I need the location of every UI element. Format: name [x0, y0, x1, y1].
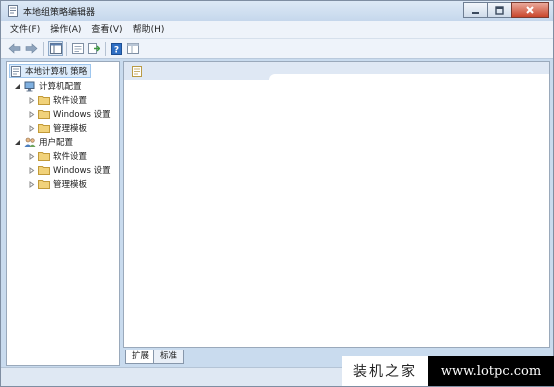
collapsed-triangle-icon[interactable]: [27, 180, 35, 188]
folder-icon: [38, 179, 50, 190]
toolbar: ?: [1, 39, 553, 59]
users-icon: [24, 137, 36, 148]
tree-item-computer-windows-settings[interactable]: Windows 设置: [27, 107, 111, 121]
tree-item-label: 本地计算机 策略: [25, 67, 88, 77]
extended-view-button[interactable]: [125, 41, 140, 56]
help-icon: ?: [111, 42, 122, 55]
tree-item-computer-software-settings[interactable]: 软件设置: [27, 93, 87, 107]
watermark-site-name: 装机之家: [342, 356, 428, 386]
tree-item-label: Windows 设置: [53, 110, 111, 120]
tree-item-label: 软件设置: [53, 96, 88, 106]
tree-item-user-admin-templates[interactable]: 管理模板: [27, 177, 87, 191]
collapsed-triangle-icon[interactable]: [27, 96, 35, 104]
toolbar-separator: [105, 42, 106, 56]
menu-view[interactable]: 查看(V): [86, 22, 127, 38]
tree-item-label: 管理模板: [53, 124, 88, 134]
folder-icon: [38, 165, 50, 176]
folder-icon: [38, 151, 50, 162]
export-list-icon: [87, 43, 100, 54]
folder-icon: [38, 109, 50, 120]
tree-item-computer-admin-templates[interactable]: 管理模板: [27, 121, 87, 135]
minimize-button[interactable]: [463, 2, 487, 18]
collapsed-triangle-icon[interactable]: [27, 152, 35, 160]
close-button[interactable]: [511, 2, 549, 18]
details-pane[interactable]: [123, 61, 550, 348]
collapsed-triangle-icon[interactable]: [27, 124, 35, 132]
show-hide-tree-icon: [49, 43, 62, 54]
menu-file[interactable]: 文件(F): [5, 22, 45, 38]
tree-item-label: Windows 设置: [53, 166, 111, 176]
folder-icon: [38, 123, 50, 134]
extended-view-icon: [126, 43, 139, 54]
tree-item-local-computer-policy[interactable]: 本地计算机 策略: [9, 64, 92, 78]
svg-text:?: ?: [114, 45, 119, 55]
details-header-curve: [269, 74, 549, 82]
collapsed-triangle-icon[interactable]: [27, 166, 35, 174]
tab-extended[interactable]: 扩展: [125, 350, 157, 364]
menu-action[interactable]: 操作(A): [45, 22, 86, 38]
tree-item-user-windows-settings[interactable]: Windows 设置: [27, 163, 111, 177]
toolbar-separator: [43, 42, 44, 56]
tree-item-user-configuration[interactable]: 用户配置: [13, 135, 73, 149]
tree-item-user-software-settings[interactable]: 软件设置: [27, 149, 87, 163]
folder-icon: [38, 95, 50, 106]
details-header: [124, 62, 549, 82]
title-bar[interactable]: 本地组策略编辑器: [1, 1, 553, 21]
app-window: 本地组策略编辑器 文件(F) 操作(A) 查看(V) 帮助(H) ? 本地计算机…: [0, 0, 554, 387]
tree-item-computer-configuration[interactable]: 计算机配置: [13, 79, 82, 93]
tree-item-label: 用户配置: [39, 138, 74, 148]
window-controls: [463, 2, 549, 18]
tab-standard[interactable]: 标准: [153, 350, 185, 364]
tree-item-label: 软件设置: [53, 152, 88, 162]
help-button[interactable]: ?: [109, 41, 124, 56]
watermark: 装机之家 www.lotpc.com: [342, 356, 554, 386]
expanded-triangle-icon[interactable]: [13, 138, 21, 146]
maximize-button[interactable]: [487, 2, 511, 18]
window-title: 本地组策略编辑器: [23, 8, 96, 18]
forward-arrow-icon: [25, 43, 38, 54]
collapsed-triangle-icon[interactable]: [27, 110, 35, 118]
maximize-icon: [495, 5, 504, 15]
toolbar-separator: [66, 42, 67, 56]
minimize-icon: [472, 11, 479, 14]
back-arrow-icon: [8, 43, 21, 54]
close-icon: [526, 6, 534, 14]
show-hide-tree-button[interactable]: [48, 41, 63, 56]
console-tree[interactable]: 本地计算机 策略 计算机配置 软件设置 Windows 设置 管理模板 用户配置…: [6, 61, 120, 366]
back-button[interactable]: [7, 41, 22, 56]
watermark-url: www.lotpc.com: [428, 356, 554, 386]
expanded-triangle-icon[interactable]: [13, 82, 21, 90]
menu-bar: 文件(F) 操作(A) 查看(V) 帮助(H): [1, 21, 553, 39]
forward-button[interactable]: [24, 41, 39, 56]
policy-editor-app-icon: [7, 5, 19, 17]
tree-item-label: 管理模板: [53, 180, 88, 190]
export-list-button[interactable]: [86, 41, 101, 56]
tree-item-label: 计算机配置: [39, 82, 82, 92]
policy-document-icon: [10, 65, 22, 77]
computer-icon: [24, 81, 36, 92]
menu-help[interactable]: 帮助(H): [128, 22, 170, 38]
properties-button[interactable]: [70, 41, 85, 56]
policy-document-icon: [132, 66, 142, 77]
properties-icon: [71, 43, 84, 54]
